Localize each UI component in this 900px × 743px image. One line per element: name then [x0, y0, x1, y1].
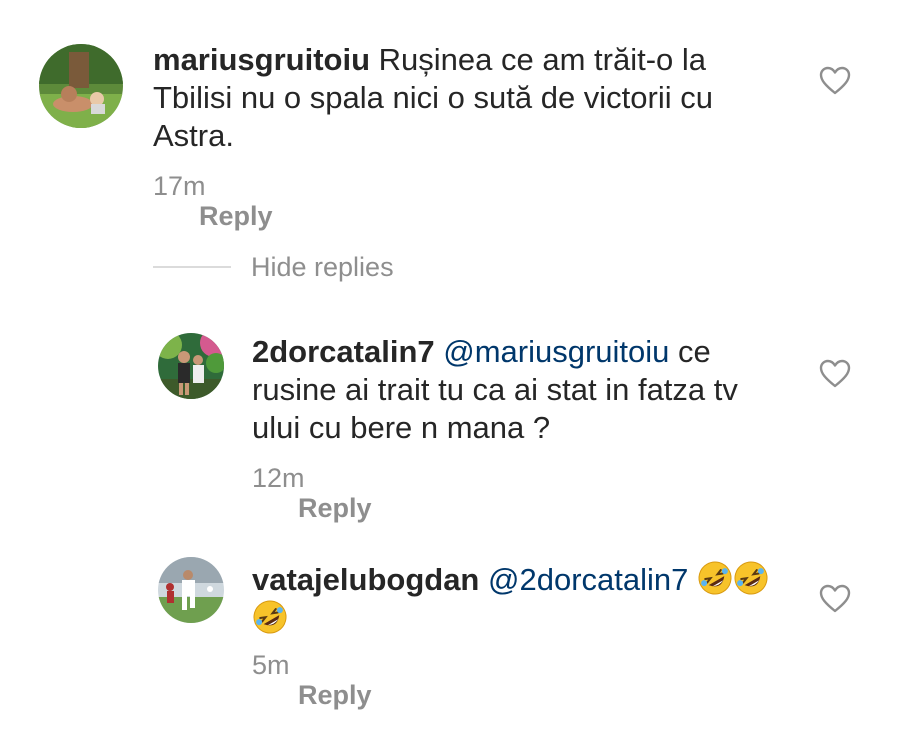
comment-mention[interactable]: @mariusgruitoiu — [443, 334, 669, 369]
like-button[interactable] — [819, 584, 851, 614]
divider-line — [153, 266, 231, 268]
comment-time: 17m — [153, 171, 206, 201]
heart-outline-icon — [819, 359, 851, 388]
avatar-2dorcatalin7[interactable] — [158, 333, 224, 399]
comment-username[interactable]: mariusgruitoiu — [153, 42, 370, 77]
comment-meta: 17m Reply — [153, 171, 273, 231]
reply-button[interactable]: Reply — [298, 493, 372, 523]
comment-time: 12m — [252, 463, 305, 493]
comment-time: 5m — [252, 650, 290, 680]
comment-meta: 12m Reply — [252, 463, 372, 523]
reply-button[interactable]: Reply — [298, 680, 372, 710]
like-button[interactable] — [819, 66, 851, 96]
rolling-on-floor-laughing-icon — [734, 561, 768, 595]
heart-outline-icon — [819, 584, 851, 613]
like-button[interactable] — [819, 359, 851, 389]
comment-meta: 5m Reply — [252, 650, 372, 710]
hide-replies-label: Hide replies — [251, 251, 394, 282]
comment-username[interactable]: 2dorcatalin7 — [252, 334, 435, 369]
avatar-mariusgruitoiu[interactable] — [39, 44, 123, 128]
comment-mention[interactable]: @2dorcatalin7 — [488, 562, 688, 597]
rolling-on-floor-laughing-icon — [698, 561, 732, 595]
avatar-vatajelubogdan[interactable] — [158, 557, 224, 623]
comment-body: 2dorcatalin7 @mariusgruitoiu ce rusine a… — [252, 333, 792, 447]
comment-body: vatajelubogdan @2dorcatalin7 — [252, 560, 792, 638]
reply-button[interactable]: Reply — [199, 201, 273, 231]
comment-body: mariusgruitoiu Rușinea ce am trăit-o la … — [153, 41, 783, 155]
heart-outline-icon — [819, 66, 851, 95]
hide-replies-button[interactable]: Hide replies — [153, 250, 394, 284]
comment-username[interactable]: vatajelubogdan — [252, 562, 479, 597]
rolling-on-floor-laughing-icon — [253, 600, 287, 634]
